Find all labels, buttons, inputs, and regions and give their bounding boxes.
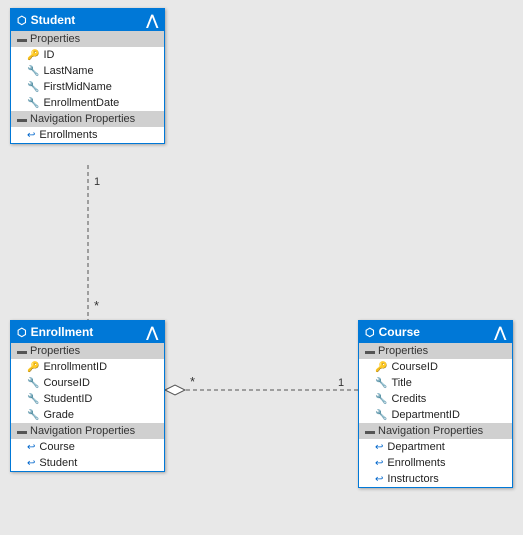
nav-icon: ↩ bbox=[375, 458, 383, 469]
entity-enrollment: ⬡ Enrollment ⋀ ▬ Properties 🔑 Enrollment… bbox=[10, 320, 165, 472]
course-nav-instructors: ↩ Instructors bbox=[359, 471, 512, 487]
enrollment-collapse-btn[interactable]: ⋀ bbox=[147, 325, 158, 339]
entity-student: ⬡ Student ⋀ ▬ Properties 🔑 ID 🔧 LastName… bbox=[10, 8, 165, 144]
student-navprops-header[interactable]: ▬ Navigation Properties bbox=[11, 111, 164, 127]
svg-text:1: 1 bbox=[338, 377, 344, 389]
svg-text:*: * bbox=[94, 298, 99, 313]
key-icon: 🔑 bbox=[375, 362, 387, 373]
student-entity-icon: ⬡ bbox=[17, 14, 27, 27]
student-properties-header[interactable]: ▬ Properties bbox=[11, 31, 164, 47]
prop-icon: 🔧 bbox=[27, 410, 39, 421]
enrollment-prop-grade: 🔧 Grade bbox=[11, 407, 164, 423]
student-nav-enrollments: ↩ Enrollments bbox=[11, 127, 164, 143]
prop-icon: 🔧 bbox=[27, 98, 39, 109]
entity-student-header[interactable]: ⬡ Student ⋀ bbox=[11, 9, 164, 31]
prop-icon: 🔧 bbox=[375, 378, 387, 389]
course-nav-enrollments: ↩ Enrollments bbox=[359, 455, 512, 471]
entity-course: ⬡ Course ⋀ ▬ Properties 🔑 CourseID 🔧 Tit… bbox=[358, 320, 513, 488]
svg-text:*: * bbox=[190, 374, 195, 389]
entity-course-title: Course bbox=[379, 325, 420, 339]
course-collapse-btn[interactable]: ⋀ bbox=[495, 325, 506, 339]
course-nav-department: ↩ Department bbox=[359, 439, 512, 455]
enrollment-properties-header[interactable]: ▬ Properties bbox=[11, 343, 164, 359]
enrollment-prop-courseid: 🔧 CourseID bbox=[11, 375, 164, 391]
course-prop-id: 🔑 CourseID bbox=[359, 359, 512, 375]
enrollment-nav-course: ↩ Course bbox=[11, 439, 164, 455]
course-prop-credits: 🔧 Credits bbox=[359, 391, 512, 407]
student-prop-enrollmentdate: 🔧 EnrollmentDate bbox=[11, 95, 164, 111]
entity-enrollment-title: Enrollment bbox=[31, 325, 94, 339]
enrollment-prop-id: 🔑 EnrollmentID bbox=[11, 359, 164, 375]
enrollment-nav-student: ↩ Student bbox=[11, 455, 164, 471]
prop-icon: 🔧 bbox=[27, 378, 39, 389]
entity-course-header[interactable]: ⬡ Course ⋀ bbox=[359, 321, 512, 343]
diagram-canvas: 1 * * 1 ⬡ Student ⋀ ▬ Properties 🔑 ID 🔧 bbox=[0, 0, 523, 535]
nav-icon: ↩ bbox=[27, 442, 35, 453]
course-prop-title: 🔧 Title bbox=[359, 375, 512, 391]
student-collapse-btn[interactable]: ⋀ bbox=[147, 13, 158, 27]
course-prop-departmentid: 🔧 DepartmentID bbox=[359, 407, 512, 423]
course-entity-icon: ⬡ bbox=[365, 326, 375, 339]
entity-enrollment-header[interactable]: ⬡ Enrollment ⋀ bbox=[11, 321, 164, 343]
key-icon: 🔑 bbox=[27, 50, 39, 61]
prop-icon: 🔧 bbox=[27, 82, 39, 93]
student-prop-id: 🔑 ID bbox=[11, 47, 164, 63]
prop-icon: 🔧 bbox=[375, 410, 387, 421]
enrollment-prop-studentid: 🔧 StudentID bbox=[11, 391, 164, 407]
course-navprops-header[interactable]: ▬ Navigation Properties bbox=[359, 423, 512, 439]
enrollment-navprops-header[interactable]: ▬ Navigation Properties bbox=[11, 423, 164, 439]
enrollment-entity-icon: ⬡ bbox=[17, 326, 27, 339]
key-icon: 🔑 bbox=[27, 362, 39, 373]
nav-icon: ↩ bbox=[375, 474, 383, 485]
student-prop-firstmidname: 🔧 FirstMidName bbox=[11, 79, 164, 95]
student-prop-lastname: 🔧 LastName bbox=[11, 63, 164, 79]
prop-icon: 🔧 bbox=[27, 66, 39, 77]
nav-icon: ↩ bbox=[27, 458, 35, 469]
prop-icon: 🔧 bbox=[27, 394, 39, 405]
entity-student-title: Student bbox=[31, 13, 76, 27]
prop-icon: 🔧 bbox=[375, 394, 387, 405]
nav-icon: ↩ bbox=[375, 442, 383, 453]
nav-icon: ↩ bbox=[27, 130, 35, 141]
course-properties-header[interactable]: ▬ Properties bbox=[359, 343, 512, 359]
svg-text:1: 1 bbox=[94, 176, 100, 188]
